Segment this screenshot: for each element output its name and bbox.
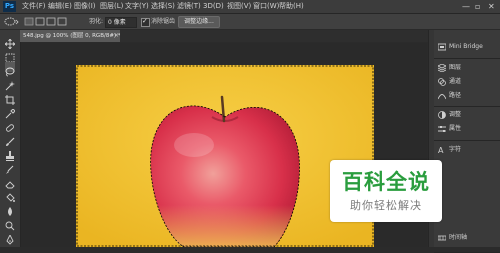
close-tab-icon[interactable]: × bbox=[114, 30, 119, 42]
apple-photo bbox=[76, 65, 374, 247]
layers-icon bbox=[438, 64, 446, 72]
watermark-subtitle: 助你轻松解决 bbox=[350, 199, 422, 212]
selection-mode-icons[interactable] bbox=[24, 17, 70, 26]
paint-bucket-tool-icon[interactable] bbox=[5, 188, 15, 202]
checkmark-icon: ✓ bbox=[142, 17, 148, 25]
panel-channels[interactable]: 通道 bbox=[434, 75, 500, 89]
panel-mini-bridge[interactable]: Mini Bridge bbox=[434, 40, 500, 54]
photoshop-logo: Ps bbox=[3, 1, 16, 12]
svg-text:A: A bbox=[438, 146, 444, 154]
adjustments-icon bbox=[438, 111, 446, 119]
minimize-button[interactable]: — bbox=[462, 0, 470, 13]
panel-label: 图层 bbox=[449, 64, 462, 71]
panel-label: 属性 bbox=[449, 125, 462, 132]
healing-brush-tool-icon[interactable] bbox=[5, 118, 15, 132]
character-icon: A bbox=[438, 146, 444, 154]
document-tab[interactable]: 548.jpg @ 100% (图层 0, RGB/8#) * bbox=[20, 30, 120, 42]
antialias-checkbox[interactable]: ✓ bbox=[141, 17, 150, 27]
panel-adjustments[interactable]: 调整 bbox=[434, 108, 500, 122]
crop-tool-icon[interactable] bbox=[5, 90, 15, 105]
menu-select[interactable]: 选择(S) bbox=[151, 0, 175, 13]
magic-wand-tool-icon[interactable] bbox=[5, 76, 15, 91]
menu-window[interactable]: 窗口(W) bbox=[253, 0, 279, 13]
panel-divider bbox=[434, 106, 500, 107]
lasso-tool-icon[interactable] bbox=[5, 62, 15, 77]
pen-tool-icon[interactable] bbox=[5, 230, 15, 245]
panel-label: 通道 bbox=[449, 78, 462, 85]
channels-icon bbox=[438, 78, 446, 86]
menu-edit[interactable]: 编辑(E) bbox=[48, 0, 72, 13]
marquee-tool-icon[interactable] bbox=[5, 48, 15, 63]
feather-label: 羽化: bbox=[89, 18, 104, 25]
tools-panel bbox=[0, 30, 21, 247]
menu-file[interactable]: 文件(F) bbox=[22, 0, 46, 13]
panel-label: 字符 bbox=[449, 146, 462, 153]
panel-label: Mini Bridge bbox=[449, 43, 483, 50]
paths-icon bbox=[438, 94, 446, 100]
options-bar bbox=[0, 14, 500, 30]
menu-bar: Ps 文件(F) 编辑(E) 图像(I) 图层(L) 文字(Y) 选择(S) 滤… bbox=[0, 0, 500, 14]
panel-divider bbox=[434, 140, 500, 141]
eraser-tool-icon[interactable] bbox=[5, 174, 15, 189]
brush-tool-icon[interactable] bbox=[5, 132, 15, 146]
panel-character[interactable]: A 字符 bbox=[434, 143, 500, 157]
dodge-tool-icon[interactable] bbox=[5, 216, 15, 231]
panel-paths[interactable]: 路径 bbox=[434, 89, 500, 103]
menu-view[interactable]: 视图(V) bbox=[227, 0, 251, 13]
menu-layer[interactable]: 图层(L) bbox=[100, 0, 123, 13]
panel-label: 调整 bbox=[449, 111, 462, 118]
marquee-options-icon[interactable] bbox=[3, 16, 19, 27]
properties-icon bbox=[438, 126, 446, 132]
panel-label: 路径 bbox=[449, 92, 462, 99]
panel-layers[interactable]: 图层 bbox=[434, 61, 500, 75]
feather-value: 0 像素 bbox=[108, 19, 126, 26]
mini-bridge-icon bbox=[438, 43, 446, 51]
menu-3d[interactable]: 3D(D) bbox=[203, 0, 224, 13]
panel-divider bbox=[434, 58, 500, 59]
antialias-label: 消除锯齿 bbox=[151, 18, 176, 25]
panel-timeline[interactable]: 时间轴 bbox=[434, 231, 500, 245]
blur-tool-icon[interactable] bbox=[5, 202, 15, 216]
refine-edge-button[interactable]: 调整边缘... bbox=[178, 16, 220, 28]
watermark-title: 百科全说 bbox=[342, 170, 430, 194]
maximize-button[interactable]: ▫ bbox=[475, 0, 480, 13]
menu-type[interactable]: 文字(Y) bbox=[125, 0, 149, 13]
move-tool-icon[interactable] bbox=[4, 34, 16, 50]
eyedropper-tool-icon[interactable] bbox=[5, 104, 16, 119]
document-canvas[interactable] bbox=[76, 65, 374, 247]
feather-input[interactable]: 0 像素 bbox=[105, 17, 137, 28]
clone-stamp-tool-icon[interactable] bbox=[5, 146, 15, 161]
menu-image[interactable]: 图像(I) bbox=[74, 0, 96, 13]
panel-dock: Mini Bridge 图层 通道 路径 调整 属性 A 字符 时间轴 bbox=[434, 30, 500, 253]
close-window-button[interactable]: ✕ bbox=[488, 0, 495, 13]
panel-label: 时间轴 bbox=[449, 234, 468, 241]
history-brush-tool-icon[interactable] bbox=[5, 160, 15, 174]
timeline-icon bbox=[438, 235, 446, 241]
menu-help[interactable]: 帮助(H) bbox=[279, 0, 304, 13]
menu-filter[interactable]: 滤镜(T) bbox=[177, 0, 201, 13]
panel-properties[interactable]: 属性 bbox=[434, 122, 500, 136]
